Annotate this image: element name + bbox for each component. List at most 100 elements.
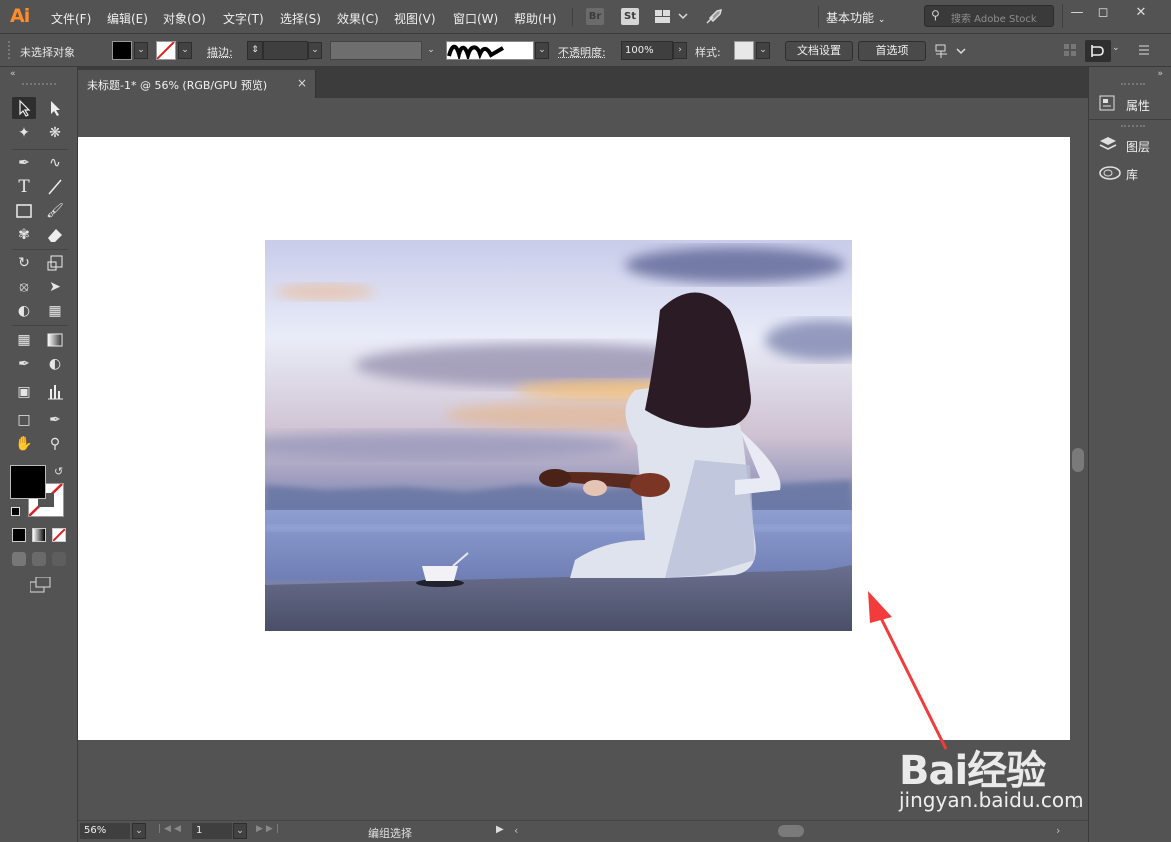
- stock-search-input[interactable]: ⚲ 搜索 Adobe Stock: [924, 5, 1054, 27]
- mesh-tool[interactable]: ▦: [12, 329, 36, 351]
- zoom-tool[interactable]: ⚲: [43, 433, 67, 455]
- vertical-scrollbar[interactable]: ⌄: [1070, 98, 1088, 820]
- draw-inside-icon[interactable]: [52, 552, 66, 566]
- magic-wand-tool[interactable]: ✦: [12, 122, 36, 144]
- control-menu-icon[interactable]: [1137, 43, 1151, 60]
- color-mode-icon[interactable]: [12, 528, 26, 542]
- grid-view-icon[interactable]: [1064, 44, 1076, 59]
- menu-object[interactable]: 对象(O): [163, 10, 206, 27]
- paintbrush-tool[interactable]: 🖌: [43, 200, 67, 222]
- rectangle-tool[interactable]: [12, 200, 36, 222]
- zoom-level-field[interactable]: 56%: [80, 823, 130, 839]
- screen-mode-icon[interactable]: [29, 576, 52, 596]
- none-mode-icon[interactable]: [52, 528, 66, 542]
- graphic-style-swatch[interactable]: [734, 41, 754, 60]
- preferences-button[interactable]: 首选项: [858, 41, 926, 61]
- menu-file[interactable]: 文件(F): [51, 10, 91, 27]
- brush-dropdown[interactable]: ⌄: [535, 42, 549, 59]
- collapse-toolbar-icon[interactable]: «: [10, 69, 16, 79]
- brush-definition[interactable]: [446, 41, 534, 62]
- workspace-switcher[interactable]: 基本功能 ⌄: [826, 9, 885, 26]
- line-segment-tool[interactable]: [43, 176, 67, 198]
- gradient-mode-icon[interactable]: [32, 528, 46, 542]
- close-button[interactable]: ✕: [1128, 4, 1154, 22]
- menu-view[interactable]: 视图(V): [394, 10, 436, 27]
- scroll-left-icon[interactable]: ‹: [514, 824, 518, 837]
- width-tool[interactable]: ⦻: [12, 276, 36, 298]
- menu-help[interactable]: 帮助(H): [514, 10, 556, 27]
- stroke-weight-dropdown[interactable]: ⌄: [308, 42, 322, 59]
- menu-edit[interactable]: 编辑(E): [107, 10, 148, 27]
- fill-swatch[interactable]: [112, 41, 132, 60]
- draw-normal-icon[interactable]: [12, 552, 26, 566]
- hand-tool[interactable]: ✋: [12, 433, 36, 455]
- stroke-weight-stepper[interactable]: ⇕: [247, 41, 263, 60]
- document-tab[interactable]: 未标题-1* @ 56% (RGB/GPU 预览) ×: [78, 70, 316, 98]
- panel-grip[interactable]: [1121, 125, 1145, 127]
- panel-properties[interactable]: 属性: [1089, 92, 1171, 116]
- artboard[interactable]: [78, 137, 1070, 750]
- stock-icon[interactable]: St: [621, 8, 639, 25]
- toolbar-grip[interactable]: [22, 83, 56, 85]
- lasso-tool[interactable]: ❋: [43, 122, 67, 144]
- shape-builder-tool[interactable]: ◐: [12, 300, 36, 322]
- stroke-dropdown[interactable]: ⌄: [178, 42, 192, 59]
- artboard-number-field[interactable]: 1: [192, 823, 232, 839]
- draw-behind-icon[interactable]: [32, 552, 46, 566]
- pen-tool[interactable]: ✒: [12, 152, 36, 174]
- canvas-area[interactable]: [78, 98, 1088, 820]
- gradient-tool[interactable]: [43, 329, 67, 351]
- horizontal-scroll-thumb[interactable]: [778, 825, 804, 837]
- curvature-tool[interactable]: ∿: [43, 152, 67, 174]
- placed-photo[interactable]: [265, 240, 852, 631]
- panel-layers[interactable]: 图层: [1089, 133, 1171, 157]
- swap-fill-stroke-icon[interactable]: ↺: [54, 465, 63, 478]
- rotate-tool[interactable]: ↻: [12, 252, 36, 274]
- menu-effect[interactable]: 效果(C): [337, 10, 379, 27]
- status-menu-arrow[interactable]: ▶: [496, 824, 504, 835]
- blend-tool[interactable]: ◐: [43, 353, 67, 375]
- eraser-tool[interactable]: [43, 224, 67, 246]
- stroke-weight-field[interactable]: [263, 41, 308, 60]
- panel-libraries[interactable]: 库: [1089, 161, 1171, 185]
- slice-tool[interactable]: ✒: [43, 409, 67, 431]
- artboard-nav-prev[interactable]: |◀◀: [158, 824, 184, 834]
- expand-panels-icon[interactable]: »: [1157, 69, 1163, 79]
- menu-type[interactable]: 文字(T): [223, 10, 264, 27]
- menu-window[interactable]: 窗口(W): [453, 10, 498, 27]
- symbol-sprayer-tool[interactable]: ▣: [12, 381, 36, 403]
- fill-dropdown[interactable]: ⌄: [134, 42, 148, 59]
- type-tool[interactable]: T: [12, 176, 36, 198]
- maximize-button[interactable]: ◻: [1090, 4, 1116, 22]
- perspective-grid-tool[interactable]: ▦: [43, 300, 67, 322]
- menu-select[interactable]: 选择(S): [280, 10, 321, 27]
- minimize-button[interactable]: —: [1064, 4, 1090, 22]
- easy-align-icon[interactable]: [935, 43, 967, 62]
- artboard-nav-next[interactable]: ▶▶|: [256, 824, 282, 834]
- panel-arrange-button[interactable]: [1085, 40, 1111, 62]
- profile-dropdown[interactable]: ⌄: [424, 42, 438, 59]
- shaper-tool[interactable]: ✾: [12, 224, 36, 246]
- vertical-scroll-thumb[interactable]: [1072, 448, 1084, 472]
- artboard-dropdown[interactable]: ⌄: [233, 823, 247, 839]
- panel-grip[interactable]: [8, 41, 11, 59]
- stroke-swatch[interactable]: [156, 41, 176, 60]
- close-tab-icon[interactable]: ×: [297, 76, 307, 90]
- artboard-tool[interactable]: □: [12, 409, 36, 431]
- variable-width-profile[interactable]: [330, 41, 422, 60]
- opacity-label[interactable]: 不透明度:: [558, 44, 606, 60]
- scroll-down-icon[interactable]: ⌄: [1073, 800, 1081, 811]
- opacity-field[interactable]: 100%: [621, 41, 673, 60]
- bridge-icon[interactable]: Br: [586, 8, 604, 25]
- stroke-label[interactable]: 描边:: [207, 44, 233, 60]
- graphic-style-dropdown[interactable]: ⌄: [756, 42, 770, 59]
- fill-color-box[interactable]: [10, 465, 46, 499]
- chevron-down-icon[interactable]: ⌄: [1112, 43, 1120, 53]
- panel-grip[interactable]: [1121, 83, 1145, 85]
- scroll-right-icon[interactable]: ›: [1056, 824, 1060, 837]
- column-graph-tool[interactable]: [43, 381, 67, 403]
- opacity-flyout[interactable]: ›: [673, 42, 687, 59]
- gpu-performance-icon[interactable]: [705, 8, 723, 29]
- selection-tool[interactable]: [12, 97, 36, 119]
- eyedropper-tool[interactable]: ✒: [12, 353, 36, 375]
